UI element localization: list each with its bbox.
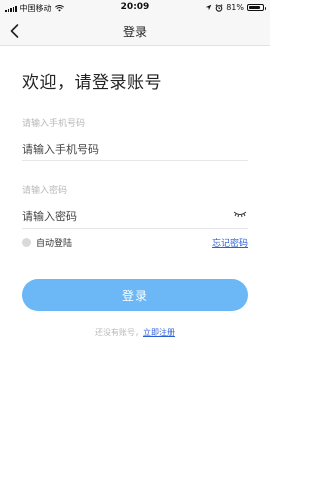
location-icon <box>205 4 212 11</box>
auto-login-label: 自动登陆 <box>36 239 73 249</box>
register-hint: 还没有账号， <box>95 328 143 337</box>
password-label: 请输入密码 <box>22 186 68 196</box>
phone-label: 请输入手机号码 <box>22 119 86 129</box>
battery-icon <box>247 4 266 11</box>
battery-fill <box>249 6 260 9</box>
battery-percent: 81% <box>226 3 244 12</box>
auto-login-checkbox[interactable]: 自动登陆 <box>22 236 72 249</box>
phone-underline <box>22 160 248 161</box>
password-underline <box>22 228 248 229</box>
checkbox-circle <box>22 238 31 247</box>
eye-closed-icon[interactable] <box>233 209 247 219</box>
register-link[interactable]: 立即注册 <box>143 328 175 337</box>
password-input[interactable] <box>22 205 227 227</box>
status-right: 81% <box>205 3 266 12</box>
register-row: 还没有账号，立即注册 <box>0 327 270 338</box>
nav-bar: 登录 <box>0 16 270 46</box>
forgot-password-link[interactable]: 忘记密码 <box>212 236 248 249</box>
welcome-heading: 欢迎，请登录账号 <box>22 73 162 93</box>
phone-input[interactable] <box>22 138 248 160</box>
page-title: 登录 <box>122 25 147 39</box>
status-bar: 中国移动 20:09 81% <box>0 0 270 16</box>
alarm-icon <box>215 3 223 12</box>
login-button[interactable]: 登录 <box>22 279 248 311</box>
